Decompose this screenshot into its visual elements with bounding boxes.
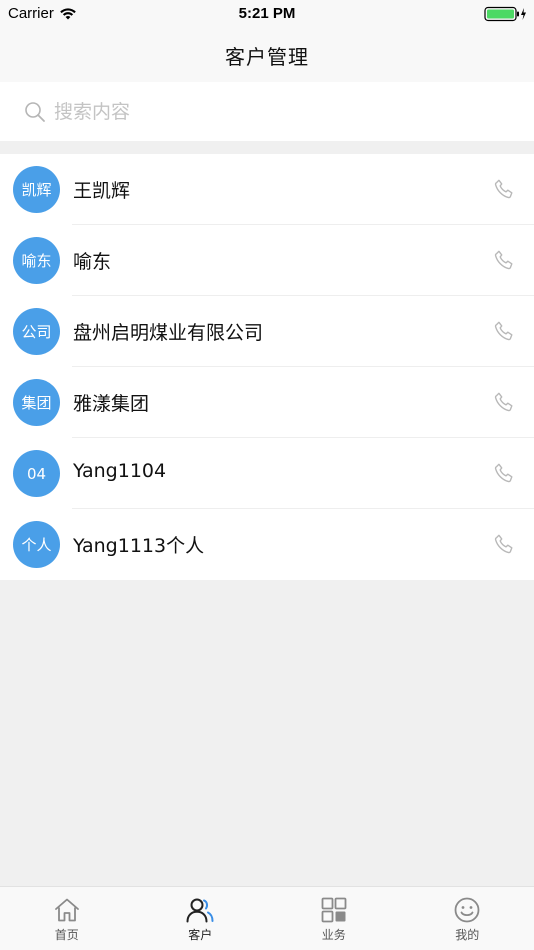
avatar: 个人: [13, 521, 60, 568]
customer-row[interactable]: 个人 Yang1113个人: [0, 509, 534, 580]
battery-icon: [484, 6, 526, 22]
tab-customers[interactable]: 客户: [134, 887, 268, 950]
phone-icon[interactable]: [493, 249, 515, 271]
avatar: 公司: [13, 308, 60, 355]
customer-row[interactable]: 喻东 喻东: [0, 225, 534, 296]
business-grid-icon: [321, 897, 347, 923]
tab-label: 首页: [54, 928, 79, 942]
avatar: 喻东: [13, 237, 60, 284]
phone-icon[interactable]: [493, 178, 515, 200]
search-bar: [0, 82, 534, 141]
customer-name: 王凯辉: [73, 180, 131, 202]
avatar: 集团: [13, 379, 60, 426]
tab-home[interactable]: 首页: [0, 887, 134, 950]
tab-bar: 首页 客户 业务 我的: [0, 886, 534, 950]
smiley-icon: [454, 897, 480, 923]
customer-list: 凯辉 王凯辉 喻东 喻东 公司 盘州启明煤业有限公司 集团 雅漾集团 04 Ya…: [0, 154, 534, 580]
page-title: 客户管理: [225, 44, 309, 69]
tab-label: 业务: [321, 928, 346, 942]
customer-row[interactable]: 04 Yang1104: [0, 438, 534, 509]
tab-profile[interactable]: 我的: [401, 887, 534, 950]
phone-icon[interactable]: [493, 391, 515, 413]
phone-icon[interactable]: [493, 462, 515, 484]
avatar: 04: [13, 450, 60, 497]
customer-name: 盘州启明煤业有限公司: [73, 322, 264, 344]
customer-name: 喻东: [73, 251, 112, 273]
status-bar: Carrier 5:21 PM: [0, 0, 534, 28]
search-input[interactable]: [54, 96, 514, 128]
home-icon: [54, 898, 79, 922]
search-icon: [25, 102, 45, 122]
status-time: 5:21 PM: [238, 5, 296, 22]
customer-name: Yang1113个人: [73, 535, 205, 557]
customer-row[interactable]: 公司 盘州启明煤业有限公司: [0, 296, 534, 367]
customer-row[interactable]: 凯辉 王凯辉: [0, 154, 534, 225]
tab-label: 客户: [188, 928, 213, 942]
customers-icon: [186, 898, 214, 923]
customer-name: Yang1104: [73, 460, 167, 482]
customer-row[interactable]: 集团 雅漾集团: [0, 367, 534, 438]
phone-icon[interactable]: [493, 320, 515, 342]
tab-label: 我的: [455, 928, 480, 942]
battery-indicator: [484, 6, 528, 22]
navigation-bar: 客户管理: [0, 28, 534, 82]
avatar: 凯辉: [13, 166, 60, 213]
tab-business[interactable]: 业务: [267, 887, 401, 950]
phone-icon[interactable]: [493, 533, 515, 555]
customer-name: 雅漾集团: [73, 393, 150, 415]
